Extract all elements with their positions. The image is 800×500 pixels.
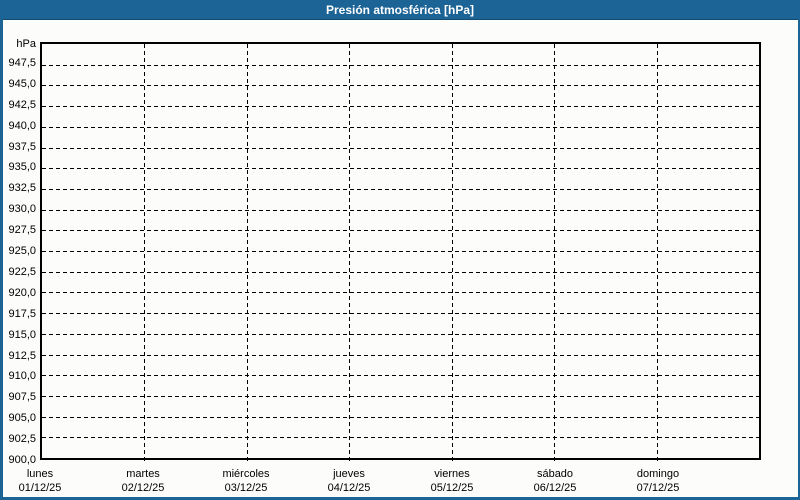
v-gridline: [349, 44, 351, 464]
h-gridline: [42, 209, 759, 211]
day-name-label: viernes: [434, 468, 470, 480]
day-label: lunes 01/12/25: [0, 467, 92, 495]
y-tick-label: 922,5: [8, 265, 36, 278]
h-gridline: [42, 106, 759, 108]
day-date-label: 03/12/25: [224, 482, 268, 494]
h-gridline: [42, 147, 759, 149]
h-gridline: [42, 188, 759, 190]
day-name-label: jueves: [333, 468, 365, 480]
y-tick-label: 935,0: [8, 161, 36, 174]
h-gridline: [42, 271, 759, 273]
h-gridline: [42, 354, 759, 356]
y-tick-label: 940,0: [8, 119, 36, 132]
y-tick-label: 925,0: [8, 245, 36, 257]
h-gridline: [42, 126, 759, 128]
y-tick-label: 932,5: [8, 182, 36, 195]
day-name-label: domingo: [636, 468, 680, 480]
v-gridline: [554, 44, 556, 464]
h-gridline: [42, 416, 759, 418]
y-tick-label: 930,0: [8, 203, 36, 216]
y-tick-label: 947,5: [8, 56, 36, 69]
h-gridline: [42, 85, 759, 87]
y-axis-unit-label: hPa: [16, 38, 36, 50]
day-label: domingo 07/12/25: [606, 467, 710, 495]
h-gridline: [42, 292, 759, 294]
y-tick-label: 900,0: [8, 454, 36, 466]
plot-area: [40, 42, 761, 464]
v-gridline: [451, 44, 453, 464]
y-tick-label: 917,5: [8, 307, 36, 320]
y-tick-label: 942,5: [8, 98, 36, 111]
day-name-label: sábado: [536, 468, 574, 480]
h-gridline: [42, 64, 759, 66]
chart-title: Presión atmosférica [hPa]: [325, 3, 475, 17]
h-gridline: [42, 437, 759, 439]
h-gridline: [42, 375, 759, 377]
v-gridline: [656, 44, 658, 464]
day-name-label: lunes: [26, 468, 54, 480]
y-tick-label: 937,5: [8, 140, 36, 153]
y-tick-label: 912,5: [8, 349, 36, 362]
v-gridline: [144, 44, 146, 464]
day-label: sábado 06/12/25: [503, 467, 607, 495]
y-tick-label: 910,0: [8, 370, 36, 383]
y-tick-label: 945,0: [8, 77, 36, 90]
title-bar: Presión atmosférica [hPa]: [0, 0, 800, 20]
day-label: miércoles 03/12/25: [194, 467, 298, 495]
y-tick-label: 907,5: [8, 391, 36, 404]
y-tick-label: 915,0: [8, 328, 36, 341]
day-date-label: 05/12/25: [430, 482, 474, 494]
day-label: martes 02/12/25: [91, 467, 195, 495]
y-tick-label: 902,5: [8, 433, 36, 446]
h-gridline: [42, 333, 759, 335]
day-label: jueves 04/12/25: [297, 467, 401, 495]
y-tick-label: 920,0: [8, 286, 36, 299]
day-date-label: 07/12/25: [636, 482, 680, 494]
day-label: viernes 05/12/25: [400, 467, 504, 495]
day-date-label: 02/12/25: [121, 482, 165, 494]
y-tick-label: 927,5: [8, 224, 36, 237]
day-date-label: 06/12/25: [533, 482, 577, 494]
h-gridline: [42, 251, 759, 252]
day-date-label: 04/12/25: [327, 482, 371, 494]
v-gridline: [246, 44, 248, 464]
h-gridline: [42, 168, 759, 170]
chart-window: Presión atmosférica [hPa] hPa 900,0 902,5…: [0, 0, 800, 500]
h-gridline: [42, 230, 759, 232]
day-date-label: 01/12/25: [18, 482, 62, 494]
day-name-label: miércoles: [222, 468, 270, 480]
day-name-label: martes: [126, 468, 160, 480]
h-gridline: [42, 313, 759, 315]
y-tick-label: 905,0: [8, 412, 36, 425]
h-gridline: [42, 395, 759, 397]
